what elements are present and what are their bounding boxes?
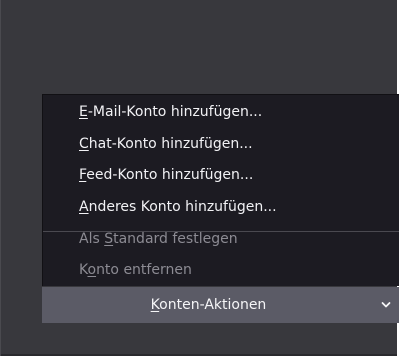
menu-item-label: eed-Konto hinzufügen...: [86, 167, 254, 183]
menu-item-accesskey: C: [79, 136, 89, 152]
menu-item-label: nto entfernen: [96, 262, 192, 278]
menu-item-add-mail-account[interactable]: E-Mail-Konto hinzufügen...: [43, 99, 399, 125]
menu-item-remove-account[interactable]: Konto entfernen: [43, 257, 399, 283]
menu-item-add-chat-account[interactable]: Chat-Konto hinzufügen...: [43, 131, 399, 157]
account-actions-button[interactable]: Konten-Aktionen: [42, 287, 399, 323]
menu-item-label-prefix: Als: [79, 231, 105, 247]
menu-item-accesskey: S: [104, 231, 114, 247]
account-settings-window: E-Mail-Konto hinzufügen... Chat-Konto hi…: [0, 0, 399, 356]
button-label: onten-Aktionen: [159, 297, 267, 313]
menu-item-add-feed-account[interactable]: Feed-Konto hinzufügen...: [43, 162, 399, 188]
menu-item-label: hat-Konto hinzufügen...: [88, 136, 253, 152]
menu-item-label: -Mail-Konto hinzufügen...: [87, 104, 263, 120]
account-actions-menu: E-Mail-Konto hinzufügen... Chat-Konto hi…: [42, 94, 399, 286]
menu-item-set-default[interactable]: Als Standard festlegen: [43, 226, 399, 252]
account-actions-label: Konten-Aktionen: [42, 287, 375, 323]
menu-item-accesskey: E: [79, 104, 88, 120]
menu-item-label: tandard festlegen: [113, 231, 238, 247]
menu-item-accesskey: A: [79, 199, 89, 215]
button-accesskey: K: [150, 297, 160, 313]
chevron-down-icon: [381, 302, 391, 308]
menu-item-label: nderes Konto hinzufügen...: [88, 199, 277, 215]
menu-item-add-other-account[interactable]: Anderes Konto hinzufügen...: [43, 194, 399, 220]
menu-item-accesskey: o: [87, 262, 97, 278]
